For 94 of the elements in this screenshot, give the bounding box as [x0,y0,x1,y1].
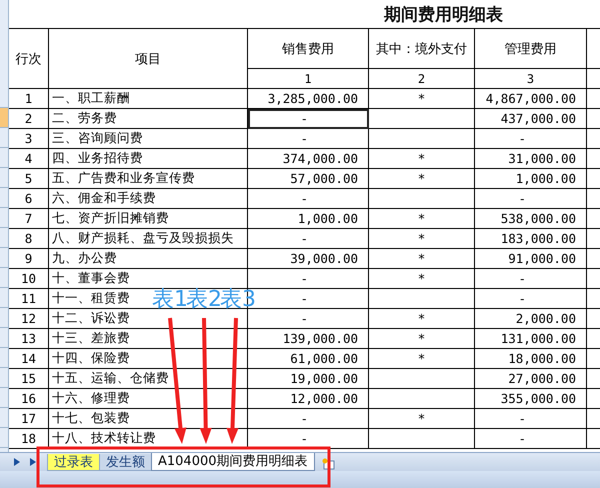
table-cell: 13 [9,329,49,349]
table-cell: 9 [9,249,49,269]
table-cell: 355,000.00 [475,389,587,409]
table-cell: * [369,89,475,109]
table-cell: 8 [9,229,49,249]
table-cell: 18,000.00 [475,349,587,369]
table-cell: * [369,329,475,349]
table-cell: 15 [9,369,49,389]
table-cell: 11 [9,289,49,309]
new-sheet-icon[interactable] [322,457,336,471]
table-cell: 十三、差旅费 [49,329,248,349]
table-cell: - [248,429,369,449]
table-cell: - [248,129,369,149]
table-cell: 十六、修理费 [49,389,248,409]
table-cell: 4 [9,149,49,169]
column-header: 项目 [49,29,248,89]
column-number: 3 [475,69,587,89]
table-cell: 131,000.00 [475,329,587,349]
table-cell: - [248,269,369,289]
column-number: 2 [369,69,475,89]
table-cell: 七、资产折旧摊销费 [49,209,248,229]
table-cell: 三、咨询顾问费 [49,129,248,149]
table-cell: 十四、保险费 [49,349,248,369]
table-cell: * [369,269,475,289]
table-cell: 1 [9,89,49,109]
table-cell: 5 [9,169,49,189]
column-number: 1 [248,69,369,89]
row-header[interactable] [0,108,8,128]
table-cell: 6 [9,189,49,209]
table-cell: * [369,169,475,189]
table-cell: - [248,409,369,429]
table-cell: - [475,289,587,309]
column-header: 销售费用 [248,29,369,69]
table-cell: 二、劳务费 [49,109,248,129]
scroll-right-icon[interactable] [14,458,20,466]
table-cell: - [475,129,587,149]
table-cell: 12,000.00 [248,389,369,409]
sheet-tab[interactable]: 发生额 [99,454,152,471]
table-cell: - [248,189,369,209]
table-cell: 一、职工薪酬 [49,89,248,109]
table-cell: * [369,209,475,229]
table-cell: - [475,269,587,289]
table-cell: 3,285,000.00 [248,89,369,109]
table-cell: 十二、诉讼费 [49,309,248,329]
table-cell: 374,000.00 [248,149,369,169]
table-cell: 27,000.00 [475,369,587,389]
table-cell: 31,000.00 [475,149,587,169]
table-cell: 39,000.00 [248,249,369,269]
table-cell: * [369,349,475,369]
table-cell: * [369,149,475,169]
sheet-title: 期间费用明细表 [384,4,503,26]
table-cell: 437,000.00 [475,109,587,129]
table-cell: 1,000.00 [475,169,587,189]
table-cell: 538,000.00 [475,209,587,229]
sheet-tab[interactable]: 过录表 [47,454,100,471]
table-cell: * [369,409,475,429]
table-cell: 183,000.00 [475,229,587,249]
table-cell: - [248,309,369,329]
column-header: 其中：境外支付 [369,29,475,69]
table-cell: - [248,229,369,249]
table-cell: 六、佣金和手续费 [49,189,248,209]
table-cell: 139,000.00 [248,329,369,349]
table-cell: 10 [9,269,49,289]
table-cell: 4,867,000.00 [475,89,587,109]
table-cell: 十、董事会费 [49,269,248,289]
table-cell: 四、业务招待费 [49,149,248,169]
table-cell: 7 [9,209,49,229]
table-cell: 19,000.00 [248,369,369,389]
table-cell: 57,000.00 [248,169,369,189]
table-cell: * [369,229,475,249]
table-cell: 91,000.00 [475,249,587,269]
table-cell: - [475,429,587,449]
table-cell: 61,000.00 [248,349,369,369]
table-cell: 十五、运输、仓储费 [49,369,248,389]
table-cell: 五、广告费和业务宣传费 [49,169,248,189]
table-cell: 14 [9,349,49,369]
table-cell: * [369,309,475,329]
table-cell: 2,000.00 [475,309,587,329]
table-cell: - [475,409,587,429]
table-cell: 12 [9,309,49,329]
table-cell: 16 [9,389,49,409]
table-cell: 17 [9,409,49,429]
table-cell: 2 [9,109,49,129]
table-cell: - [248,109,369,129]
table-cell: * [369,249,475,269]
table-cell: 18 [9,429,49,449]
table-cell: 1,000.00 [248,209,369,229]
table-cell: 3 [9,129,49,149]
column-header: 行次 [9,29,49,89]
column-header: 管理费用 [475,29,587,69]
table-cell: 八、财产损耗、盘亏及毁损损失 [49,229,248,249]
table-cell: 九、办公费 [49,249,248,269]
table-cell: - [475,189,587,209]
sheet-tab[interactable]: A104000期间费用明细表 [151,453,315,471]
